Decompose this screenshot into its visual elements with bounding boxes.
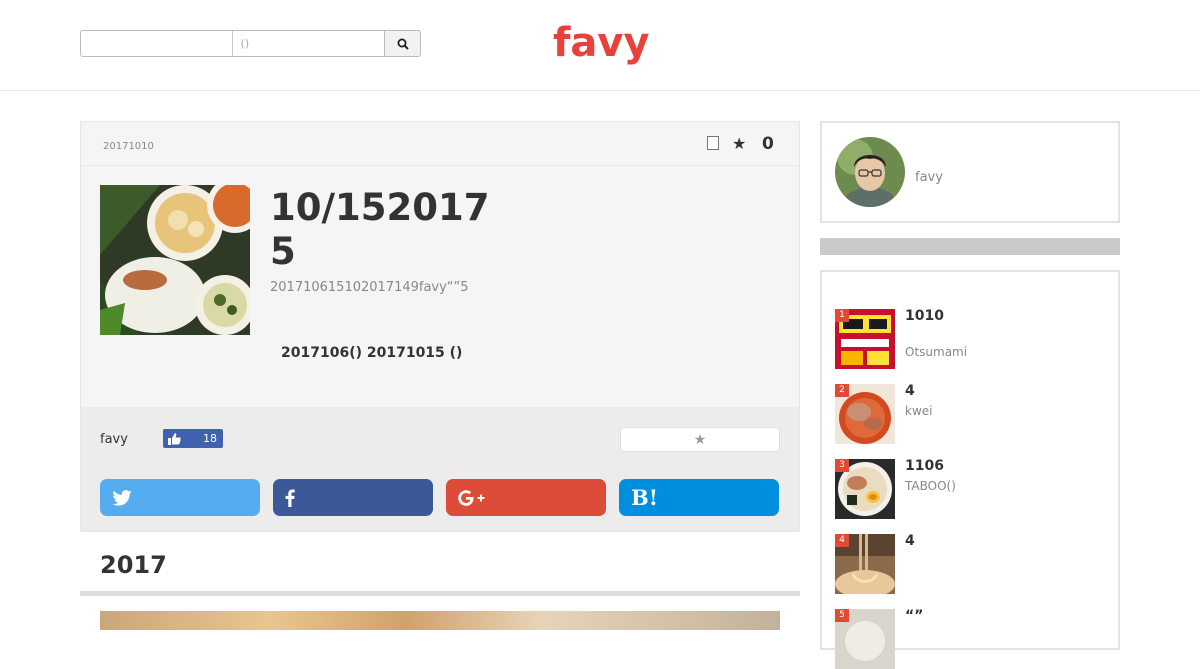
search-icon xyxy=(397,38,409,50)
area-input[interactable]: () xyxy=(233,31,385,56)
article-summary: 201710615102017149favy“”5 xyxy=(270,280,469,295)
article-date: 20171010 xyxy=(103,141,154,152)
star-icon: ★ xyxy=(732,134,747,153)
ranking-list: 1 1010 Otsumami 2 4 kwei 3 1106 TABOO() … xyxy=(820,270,1120,669)
author-name[interactable]: favy xyxy=(100,432,128,447)
facebook-share-button[interactable] xyxy=(273,479,433,516)
ranking-title[interactable]: 4 xyxy=(905,383,915,399)
ranking-title[interactable]: 1106 xyxy=(905,458,944,474)
avatar[interactable] xyxy=(835,137,905,207)
star-icon: ★ xyxy=(693,431,707,448)
hatena-bookmark-button[interactable]: B! xyxy=(619,479,779,516)
list-item[interactable]: 4 4 xyxy=(835,533,1115,594)
article-card: 20171010 ★ 0 10/152017 5 201710615102017… xyxy=(80,121,800,532)
list-item[interactable]: 5 “” xyxy=(835,608,1115,669)
profile-name[interactable]: favy xyxy=(915,170,943,185)
list-item[interactable]: 2 4 kwei xyxy=(835,383,1115,444)
ranking-title[interactable]: 4 xyxy=(905,533,915,549)
event-period: 2017106() 20171015 () xyxy=(281,345,463,361)
list-item[interactable]: 3 1106 TABOO() xyxy=(835,458,1115,519)
favorite-checkbox[interactable] xyxy=(707,136,719,150)
facebook-icon xyxy=(285,489,295,507)
ranking-thumbnail[interactable]: 2 xyxy=(835,384,895,444)
ranking-thumbnail[interactable]: 4 xyxy=(835,534,895,594)
add-favorite-button[interactable]: ★ xyxy=(620,427,780,452)
rank-number: 3 xyxy=(835,459,849,472)
ranking-header-bar xyxy=(820,238,1120,255)
rank-number: 4 xyxy=(835,534,849,547)
article-main-image xyxy=(100,611,780,630)
like-button[interactable]: 18 xyxy=(163,429,223,448)
twitter-share-button[interactable] xyxy=(100,479,260,516)
favorite-count: 0 xyxy=(762,134,774,154)
profile-card: favy xyxy=(820,121,1120,223)
hatena-icon: B! xyxy=(631,485,658,510)
section-heading: 2017 xyxy=(100,551,167,579)
keyword-input[interactable] xyxy=(81,31,233,56)
article-title[interactable]: 10/152017 5 xyxy=(270,186,510,274)
logo-text: favy xyxy=(553,20,649,66)
ranking-author: Otsumami xyxy=(905,345,968,359)
twitter-icon xyxy=(112,489,132,506)
ranking-author: kwei xyxy=(905,404,933,418)
article-thumbnail[interactable] xyxy=(100,185,250,335)
ranking-title[interactable]: 1010 xyxy=(905,308,944,324)
like-count: 18 xyxy=(203,432,217,445)
search-bar: () xyxy=(80,30,421,57)
rank-number: 2 xyxy=(835,384,849,397)
site-header: () favy xyxy=(0,0,1200,91)
google-plus-icon xyxy=(458,489,485,506)
google-plus-share-button[interactable] xyxy=(446,479,606,516)
rank-number: 5 xyxy=(835,609,849,622)
search-button[interactable] xyxy=(384,31,420,56)
ranking-author: TABOO() xyxy=(905,479,956,493)
article-actions: favy 18 ★ B! xyxy=(81,407,799,531)
thumbs-up-icon xyxy=(167,432,181,445)
site-logo[interactable]: favy xyxy=(553,20,649,68)
ranking-title[interactable]: “” xyxy=(905,608,923,624)
ranking-thumbnail[interactable]: 5 xyxy=(835,609,895,669)
rank-number: 1 xyxy=(835,309,849,322)
ranking-thumbnail[interactable]: 3 xyxy=(835,459,895,519)
list-item[interactable]: 1 1010 Otsumami xyxy=(835,308,1115,369)
ranking-thumbnail[interactable]: 1 xyxy=(835,309,895,369)
section-divider xyxy=(80,591,800,596)
article-meta: 20171010 ★ 0 xyxy=(81,122,799,166)
